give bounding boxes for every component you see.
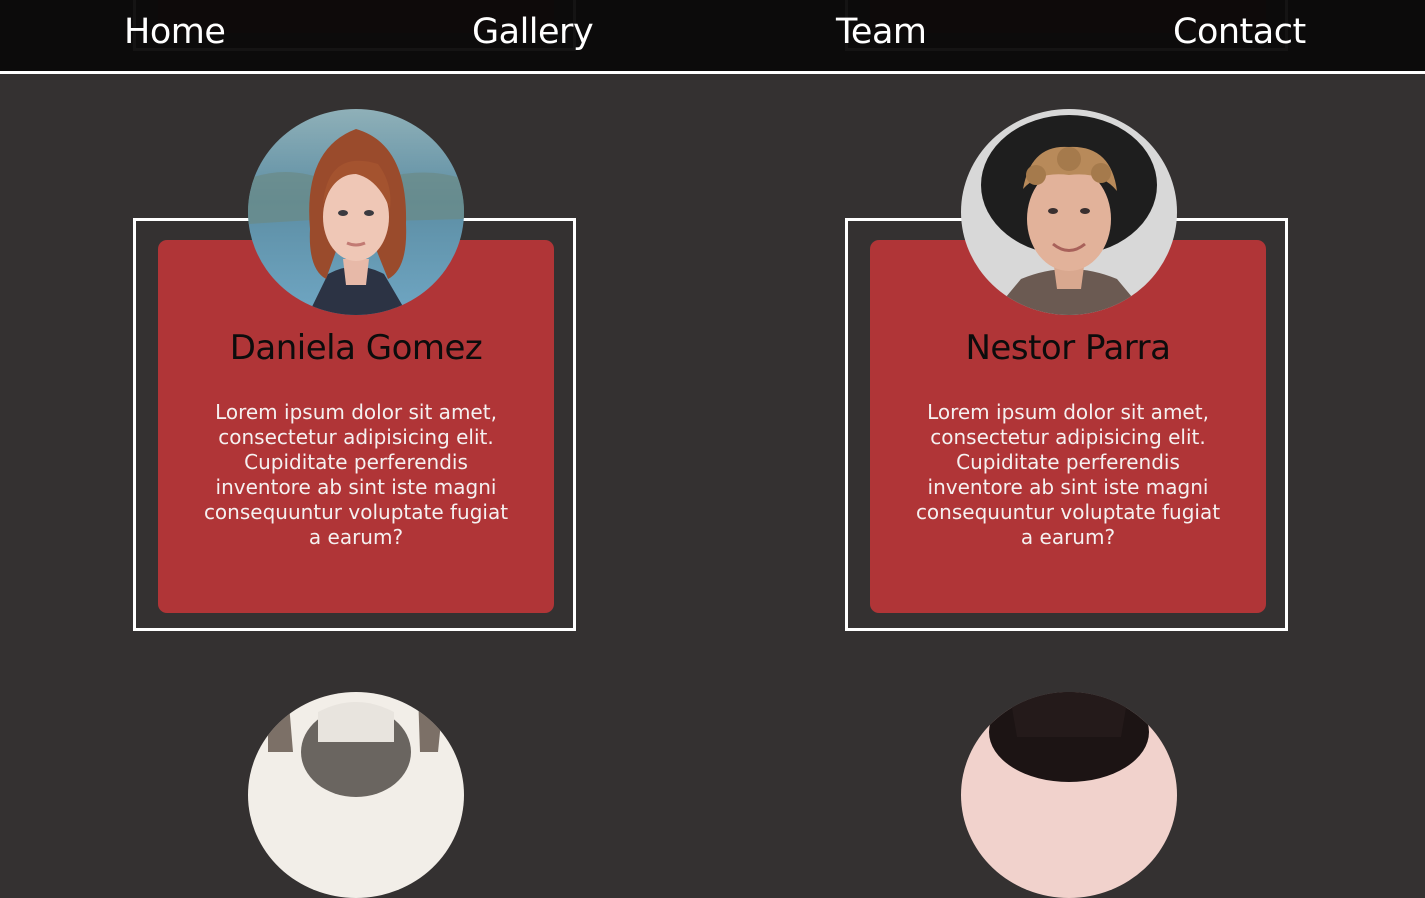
member-avatar (961, 692, 1177, 898)
nav-link-gallery[interactable]: Gallery (472, 12, 594, 52)
team-grid: Daniela Gomez Lorem ipsum dolor sit amet… (0, 0, 1425, 898)
member-name: Nestor Parra (965, 328, 1172, 368)
nav-link-contact[interactable]: Contact (1173, 12, 1306, 52)
member-avatar (248, 109, 464, 315)
member-avatar (961, 109, 1177, 315)
top-navigation: Home Gallery Team Contact (0, 0, 1425, 74)
member-name: Daniela Gomez (229, 328, 483, 368)
member-avatar (248, 692, 464, 898)
nav-link-team[interactable]: Team (836, 12, 927, 52)
nav-link-home[interactable]: Home (124, 12, 226, 52)
member-bio: Lorem ipsum dolor sit amet, consectetur … (203, 400, 509, 549)
member-bio: Lorem ipsum dolor sit amet, consectetur … (915, 400, 1221, 549)
